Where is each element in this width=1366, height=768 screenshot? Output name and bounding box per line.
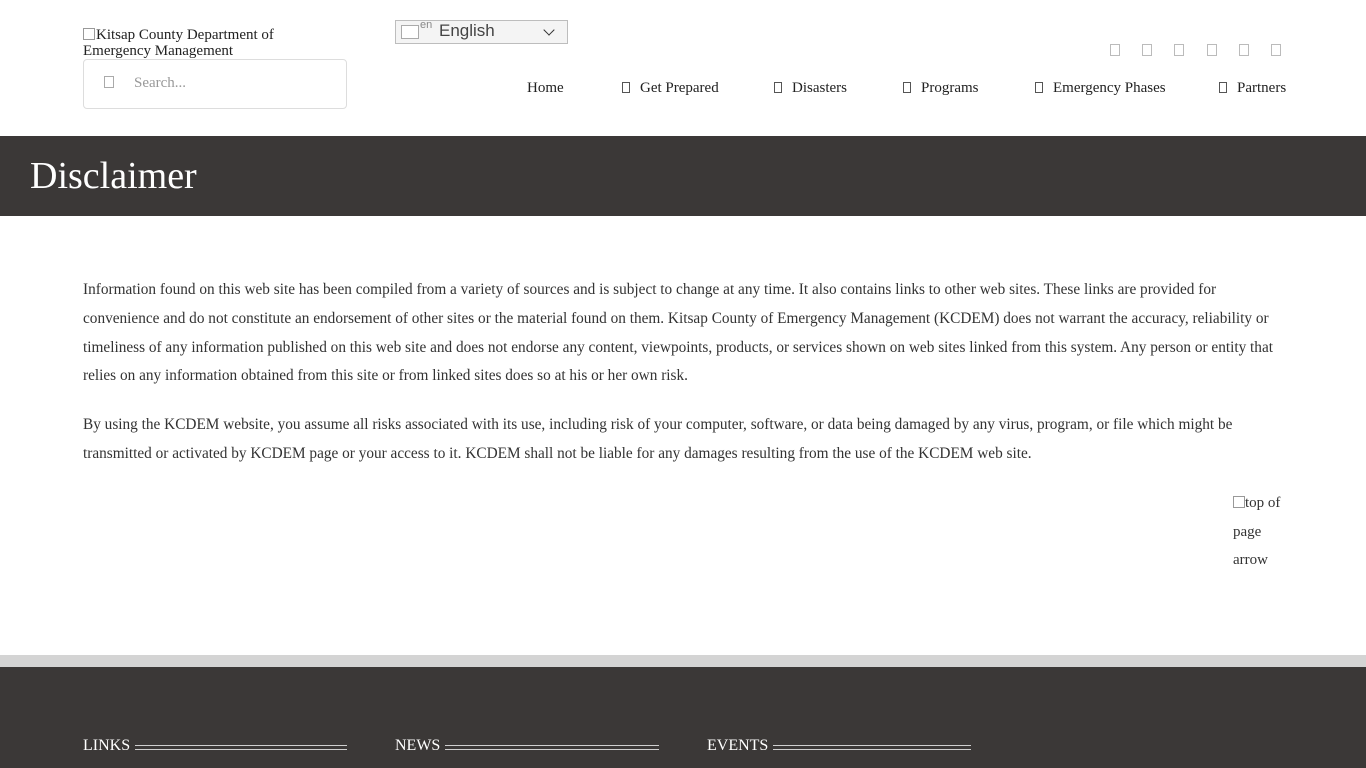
folder-icon [903,82,911,93]
warning-icon [774,82,782,93]
broken-image-icon [83,28,95,40]
disclaimer-paragraph: Information found on this web site has b… [83,281,1273,385]
nav-programs[interactable]: Programs [903,80,979,97]
checklist-icon [622,82,630,93]
nav-partners[interactable]: Partners [1219,80,1286,97]
page-title: Disclaimer [30,155,197,197]
language-label: English [439,21,495,40]
footer-heading-news: NEWS [395,737,441,754]
nav-home-label: Home [527,80,564,96]
facebook-icon[interactable] [1110,44,1120,56]
twitter-icon[interactable] [1142,44,1152,56]
footer-heading-links: LINKS [83,737,131,754]
footer-heading-rule [773,745,971,750]
footer-heading-rule [445,745,659,750]
site-footer: LINKS NEWS EVENTS [0,667,1366,768]
nav-home[interactable]: Home [527,80,564,97]
rss-icon[interactable] [1239,44,1249,56]
site-header: Kitsap County Department of Emergency Ma… [0,0,1366,136]
nav-partners-label: Partners [1237,80,1287,96]
email-icon[interactable] [1271,44,1281,56]
cycle-icon [1035,82,1043,93]
flag-icon [401,25,419,39]
logo-alt-text: Kitsap County Department of Emergency Ma… [83,27,274,59]
instagram-icon[interactable] [1207,44,1217,56]
site-logo[interactable]: Kitsap County Department of Emergency Ma… [83,27,333,59]
disclaimer-paragraph: By using the KCDEM website, you assume a… [83,416,1233,462]
footer-heading-rule [135,745,347,750]
chevron-down-icon [543,24,555,36]
nav-programs-label: Programs [921,80,979,96]
footer-heading-events: EVENTS [707,737,769,754]
nav-emergency-phases[interactable]: Emergency Phases [1035,80,1166,97]
page-content: Information found on this web site has b… [83,276,1283,489]
back-to-top-button[interactable]: top of page arrow [1233,489,1293,575]
language-select[interactable]: en English [395,19,568,44]
nav-disasters[interactable]: Disasters [774,80,847,97]
nav-get-prepared-label: Get Prepared [640,80,719,96]
main-nav: Home Get Prepared Disasters Programs Eme… [0,80,1366,100]
broken-image-icon [1233,496,1245,508]
handshake-icon [1219,82,1227,93]
flag-alt-text: en [420,19,433,31]
nav-emergency-phases-label: Emergency Phases [1053,80,1166,96]
footer-divider [0,655,1366,667]
nav-get-prepared[interactable]: Get Prepared [622,80,719,97]
nav-disasters-label: Disasters [792,80,847,96]
page-title-band: Disclaimer [0,136,1366,216]
youtube-icon[interactable] [1174,44,1184,56]
